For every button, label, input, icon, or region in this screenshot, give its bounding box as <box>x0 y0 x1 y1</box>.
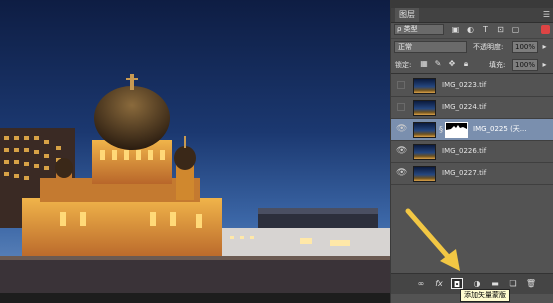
fx-icon[interactable]: fx <box>433 278 445 289</box>
lock-fill-row: 锁定: ▦ ✎ ✥ 🔒︎ 填充: 100% ▸ <box>391 57 553 74</box>
layer-filter-row: ρ 类型 ▣ ◐ T ⊡ ▢ <box>391 23 553 36</box>
layer-thumbnail <box>413 166 436 182</box>
filter-smart-object-icon[interactable]: ▢ <box>511 25 520 34</box>
layer-name: IMG_0224.tif <box>442 103 487 111</box>
eye-icon[interactable]: 👁︎ <box>396 146 407 157</box>
panel-tab-bar: 图层 ☰ <box>391 8 553 23</box>
folder-icon[interactable]: ▬ <box>489 278 501 289</box>
layer-thumbnail <box>413 100 436 116</box>
lock-position-icon[interactable]: ✥ <box>447 59 457 69</box>
adjustment-icon[interactable]: ◑ <box>471 278 483 289</box>
visibility-off-icon[interactable] <box>397 103 405 111</box>
tooltip: 添加矢量蒙版 <box>460 289 510 302</box>
opacity-dropdown-icon[interactable]: ▸ <box>540 42 549 51</box>
trash-icon[interactable]: 🗑︎ <box>525 278 537 289</box>
lock-image-brush-icon[interactable]: ✎ <box>433 59 443 69</box>
layer-list: IMG_0223.tif IMG_0224.tif 👁︎ § IMG_0225 … <box>391 75 553 185</box>
layer-name: IMG_0225 (天... <box>473 125 527 133</box>
opacity-input[interactable]: 100% <box>512 41 538 53</box>
layer-thumbnail <box>413 78 436 94</box>
layer-thumbnail <box>413 122 436 138</box>
eye-icon[interactable]: 👁︎ <box>396 168 407 179</box>
filter-shape-icon[interactable]: ⊡ <box>496 25 505 34</box>
tab-layers[interactable]: 图层 <box>395 8 419 22</box>
mask-silhouette <box>446 125 467 137</box>
filter-pixel-icon[interactable]: ▣ <box>451 25 460 34</box>
panel-menu-icon[interactable]: ☰ <box>543 9 550 21</box>
layer-row[interactable]: 👁︎ IMG_0227.tif <box>391 163 553 185</box>
add-mask-icon[interactable]: ◘ <box>451 278 463 289</box>
visibility-off-icon[interactable] <box>397 81 405 89</box>
layer-row[interactable]: IMG_0224.tif <box>391 97 553 119</box>
cathedral-night-photo <box>0 74 390 293</box>
lock-all-icon[interactable]: 🔒︎ <box>461 59 471 69</box>
fill-label: 填充: <box>489 61 506 69</box>
annotation-arrow <box>405 208 460 271</box>
layer-mask-thumbnail[interactable] <box>445 122 468 138</box>
new-layer-icon[interactable]: ❏ <box>507 278 519 289</box>
fill-dropdown-icon[interactable]: ▸ <box>540 60 549 69</box>
lock-label: 锁定: <box>395 61 412 69</box>
blend-mode-select[interactable]: 正常 <box>394 41 467 53</box>
blend-opacity-row: 正常 不透明度: 100% ▸ <box>391 38 553 55</box>
fill-input[interactable]: 100% <box>512 59 538 71</box>
mask-link-chain-icon[interactable]: § <box>439 124 443 135</box>
panel-dock-header <box>391 0 553 8</box>
layer-name: IMG_0226.tif <box>442 147 487 155</box>
layer-thumbnail <box>413 144 436 160</box>
filter-toggle-icon[interactable] <box>541 25 550 34</box>
eye-icon[interactable]: 👁︎ <box>396 124 407 135</box>
link-layers-icon[interactable]: ∞ <box>415 278 427 289</box>
filter-kind-select[interactable]: ρ 类型 <box>394 24 444 35</box>
layer-row[interactable]: 👁︎ IMG_0226.tif <box>391 141 553 163</box>
layer-row[interactable]: IMG_0223.tif <box>391 75 553 97</box>
filter-type-icon[interactable]: T <box>481 25 490 34</box>
layer-name: IMG_0223.tif <box>442 81 487 89</box>
lock-transparent-icon[interactable]: ▦ <box>419 59 429 69</box>
filter-adjustment-icon[interactable]: ◐ <box>466 25 475 34</box>
canvas-photo <box>0 0 390 293</box>
layer-name: IMG_0227.tif <box>442 169 487 177</box>
layer-row-selected[interactable]: 👁︎ § IMG_0225 (天... <box>391 119 553 141</box>
opacity-label: 不透明度: <box>473 43 504 51</box>
canvas-status-strip <box>0 293 390 303</box>
